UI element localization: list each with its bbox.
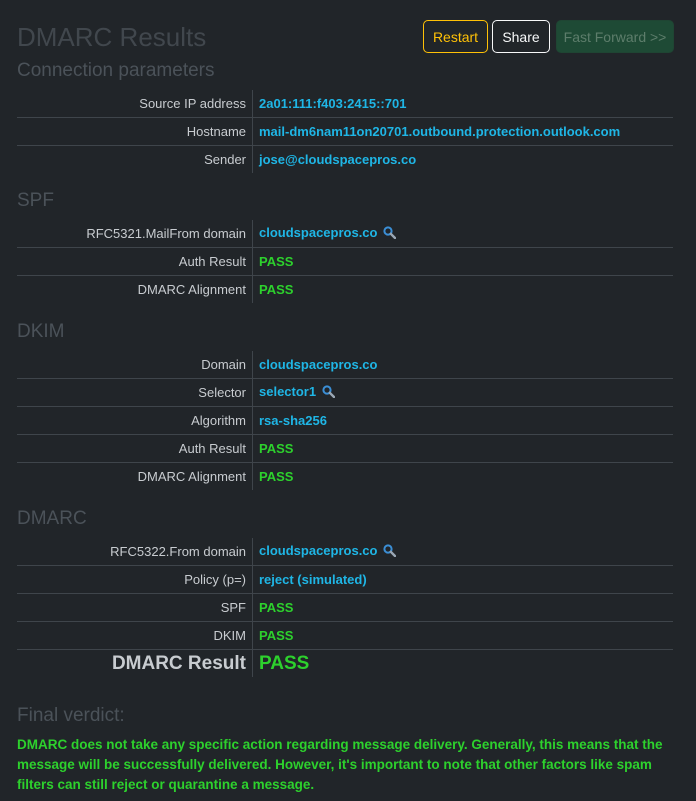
source-ip-value: 2a01:111:f403:2415::701 [252, 90, 673, 118]
connection-heading: Connection parameters [17, 60, 215, 81]
spf-domain-cell: cloudspacepros.co [252, 220, 673, 248]
row-label: DMARC Alignment [17, 462, 253, 490]
dkim-selector-value: selector1 [259, 384, 317, 399]
row-label: SPF [17, 593, 253, 622]
row-label: Source IP address [17, 90, 253, 118]
dmarc-table: RFC5322.From domain cloudspacepros.co Po… [17, 538, 673, 677]
sender-value: jose@cloudspacepros.co [259, 152, 417, 167]
table-row: RFC5321.MailFrom domain cloudspacepros.c… [17, 220, 673, 248]
dmarc-result-label: DMARC Result [17, 649, 253, 677]
dkim-heading: DKIM [17, 321, 65, 342]
table-row: DKIM PASS [17, 621, 673, 650]
dmarc-spf-value: PASS [252, 593, 673, 622]
dmarc-heading: DMARC [17, 508, 87, 529]
table-row: Policy (p=) reject (simulated) [17, 565, 673, 594]
toolbar: Restart Share Fast Forward >> [423, 20, 674, 53]
dmarc-from-domain-value: cloudspacepros.co [259, 543, 378, 558]
row-label: Auth Result [17, 247, 253, 276]
row-label: RFC5322.From domain [17, 538, 253, 566]
fast-forward-button[interactable]: Fast Forward >> [556, 20, 674, 53]
share-button[interactable]: Share [492, 20, 550, 53]
magnifier-icon[interactable] [383, 544, 397, 560]
row-label: RFC5321.MailFrom domain [17, 220, 253, 248]
verdict-text: DMARC does not take any specific action … [17, 737, 663, 792]
restart-button[interactable]: Restart [423, 20, 488, 53]
spf-auth-result: PASS [252, 247, 673, 276]
table-row: RFC5322.From domain cloudspacepros.co [17, 538, 673, 566]
verdict-heading: Final verdict: [17, 705, 125, 726]
dmarc-policy-value: reject (simulated) [252, 565, 673, 594]
row-label: Sender [17, 145, 253, 173]
dkim-algorithm-value: rsa-sha256 [252, 406, 673, 435]
spf-domain-value: cloudspacepros.co [259, 225, 378, 240]
row-label: DMARC Alignment [17, 275, 253, 303]
dkim-auth-result: PASS [252, 434, 673, 463]
connection-table: Source IP address 2a01:111:f403:2415::70… [17, 90, 673, 173]
table-row: Hostname mail-dm6nam11on20701.outbound.p… [17, 117, 673, 146]
magnifier-icon[interactable] [383, 226, 397, 242]
row-label: Auth Result [17, 434, 253, 463]
page-title: DMARC Results [17, 22, 207, 52]
dmarc-result-value: PASS [259, 652, 310, 674]
row-label: Hostname [17, 117, 253, 146]
table-row: Sender jose@cloudspacepros.co [17, 145, 673, 173]
table-row: Auth Result PASS [17, 247, 673, 276]
header: DMARC Results Restart Share Fast Forward… [17, 20, 674, 54]
spf-table: RFC5321.MailFrom domain cloudspacepros.c… [17, 220, 673, 303]
magnifier-icon[interactable] [322, 385, 336, 401]
table-row: Domain cloudspacepros.co [17, 351, 673, 379]
dmarc-result-row: DMARC Result PASS [17, 649, 673, 677]
hostname-value: mail-dm6nam11on20701.outbound.protection… [252, 117, 673, 146]
dkim-table: Domain cloudspacepros.co Selector select… [17, 351, 673, 490]
dmarc-dkim-value: PASS [252, 621, 673, 650]
row-label: Policy (p=) [17, 565, 253, 594]
spf-alignment: PASS [259, 282, 294, 297]
row-label: Domain [17, 351, 253, 379]
table-row: Source IP address 2a01:111:f403:2415::70… [17, 90, 673, 118]
dkim-domain-value: cloudspacepros.co [252, 351, 673, 379]
row-label: Selector [17, 378, 253, 407]
dmarc-from-domain-cell: cloudspacepros.co [252, 538, 673, 566]
dkim-selector-cell: selector1 [252, 378, 673, 407]
table-row: DMARC Alignment PASS [17, 462, 673, 490]
dkim-alignment: PASS [259, 469, 294, 484]
spf-heading: SPF [17, 190, 54, 211]
row-label: DKIM [17, 621, 253, 650]
table-row: Selector selector1 [17, 378, 673, 407]
table-row: DMARC Alignment PASS [17, 275, 673, 303]
row-label: Algorithm [17, 406, 253, 435]
table-row: Auth Result PASS [17, 434, 673, 463]
table-row: Algorithm rsa-sha256 [17, 406, 673, 435]
table-row: SPF PASS [17, 593, 673, 622]
